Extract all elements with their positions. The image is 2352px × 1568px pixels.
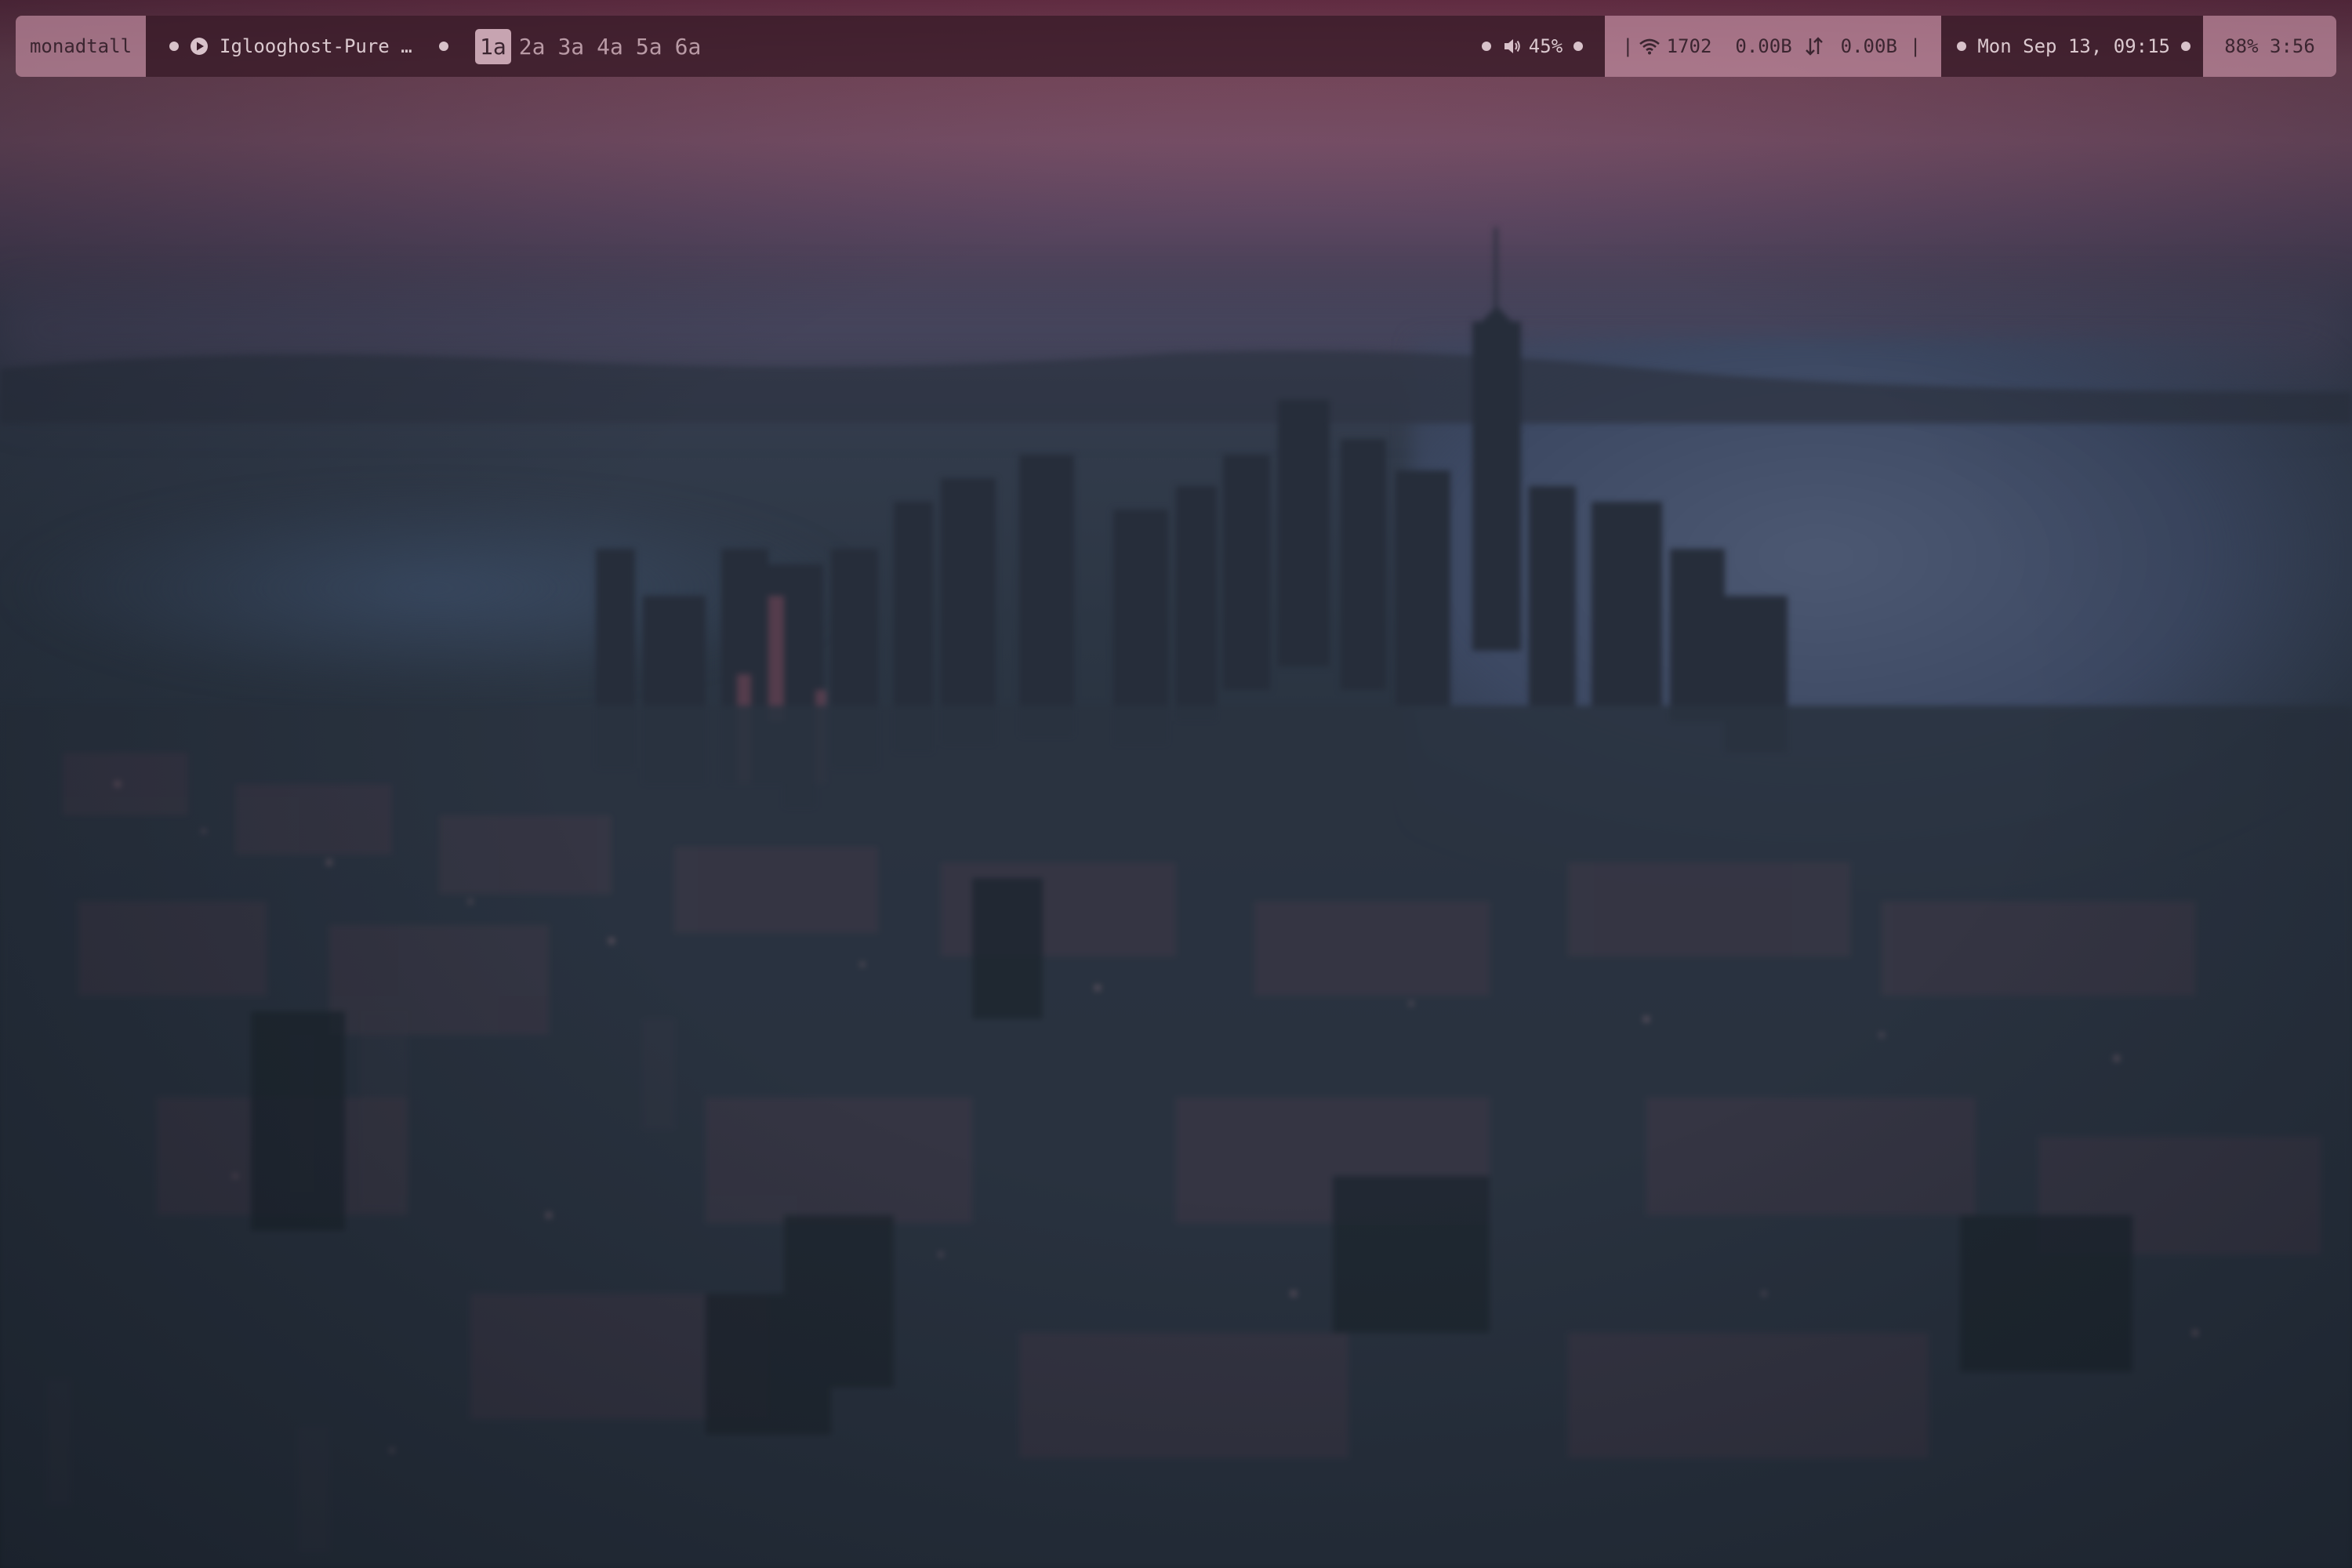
separator-dot bbox=[2181, 42, 2190, 51]
status-bar: monadtall Iglooghost-Pure G… 1a 2a 3a 4a… bbox=[16, 16, 2336, 77]
group-1a[interactable]: 1a bbox=[475, 28, 511, 64]
group-4a[interactable]: 4a bbox=[592, 29, 628, 64]
layout-indicator[interactable]: monadtall bbox=[16, 16, 146, 77]
volume-level[interactable]: 45% bbox=[1529, 35, 1563, 57]
battery-status[interactable]: 88% 3:56 bbox=[2224, 35, 2315, 57]
separator-dot bbox=[169, 42, 179, 51]
wifi-signal: 1702 bbox=[1666, 35, 1712, 57]
clock-section: Mon Sep 13, 09:15 bbox=[1941, 16, 2203, 77]
separator-bar: | bbox=[1622, 35, 1634, 57]
speaker-icon[interactable] bbox=[1502, 36, 1523, 56]
net-up: 0.00B bbox=[1840, 35, 1897, 57]
desktop-wallpaper bbox=[0, 0, 2352, 1568]
up-down-arrows-icon bbox=[1805, 37, 1823, 56]
main-bar-section: Iglooghost-Pure G… 1a 2a 3a 4a 5a 6a 45% bbox=[146, 16, 1606, 77]
separator-dot bbox=[439, 42, 448, 51]
group-6a[interactable]: 6a bbox=[670, 29, 706, 64]
wallpaper-vignette bbox=[0, 0, 2352, 1568]
play-icon[interactable] bbox=[190, 37, 209, 56]
net-down: 0.00B bbox=[1735, 35, 1792, 57]
separator-dot bbox=[1957, 42, 1967, 51]
battery-section: 88% 3:56 bbox=[2203, 16, 2336, 77]
group-3a[interactable]: 3a bbox=[553, 29, 589, 64]
network-section: | 1702 0.00B 0.00B | bbox=[1605, 16, 1942, 77]
wifi-icon[interactable] bbox=[1639, 37, 1661, 56]
separator-dot bbox=[1573, 42, 1584, 51]
window-title[interactable]: Iglooghost-Pure G… bbox=[220, 35, 420, 57]
group-box: 1a 2a 3a 4a 5a 6a bbox=[475, 28, 706, 64]
layout-name: monadtall bbox=[29, 35, 132, 57]
separator-bar: | bbox=[1909, 35, 1922, 57]
group-2a[interactable]: 2a bbox=[514, 29, 550, 64]
group-5a[interactable]: 5a bbox=[631, 29, 667, 64]
separator-dot bbox=[1481, 42, 1491, 51]
clock[interactable]: Mon Sep 13, 09:15 bbox=[1977, 35, 2170, 57]
